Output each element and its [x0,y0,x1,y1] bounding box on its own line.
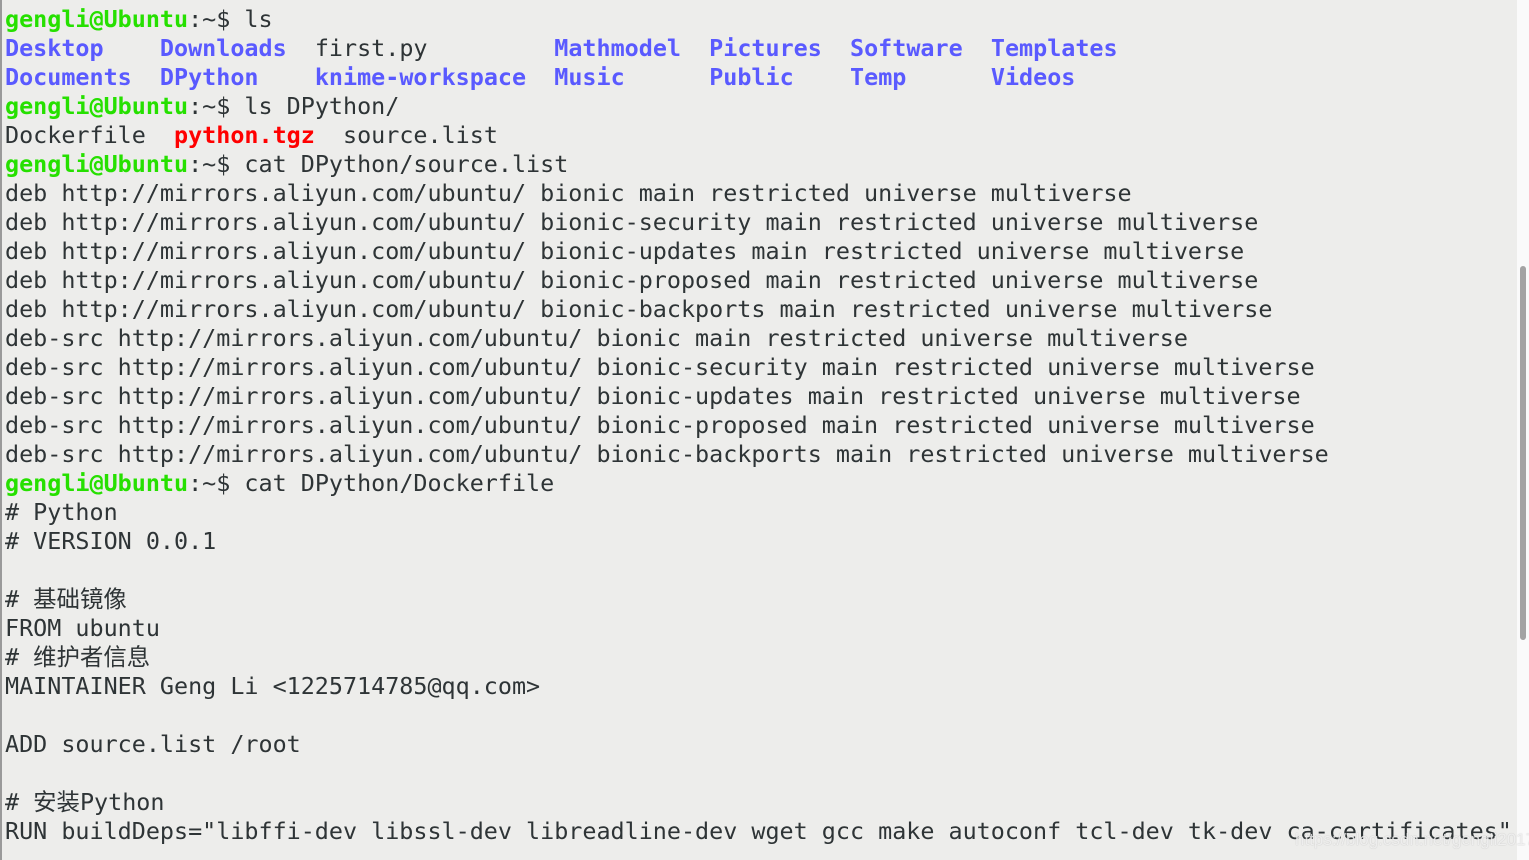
terminal-line: RUN buildDeps="libffi-dev libssl-dev lib… [5,817,1512,846]
directory-entry: Temp [850,63,907,91]
directory-entry: Music [554,63,625,91]
directory-entry: Mathmodel [554,34,681,62]
output-text: deb http://mirrors.aliyun.com/ubuntu/ bi… [5,295,1273,323]
terminal-line: Documents DPython knime-workspace Music … [5,63,1512,92]
prompt-command: :~$ cat DPython/source.list [188,150,569,178]
output-text: Dockerfile [5,121,174,149]
watermark: https://blog.csdn.net/gengli2017 [1295,830,1529,849]
terminal-line: FROM ubuntu [5,614,1512,643]
output-text: deb-src http://mirrors.aliyun.com/ubuntu… [5,353,1315,381]
directory-entry: Pictures [709,34,822,62]
directory-entry: Downloads [159,34,287,62]
terminal-line: # Python [5,498,1512,527]
output-text: # 维护者信息 [5,643,151,671]
output-text: deb-src http://mirrors.aliyun.com/ubuntu… [5,440,1329,468]
directory-entry: Documents [5,63,132,91]
output-text: first.py [286,34,555,62]
output-text: deb-src http://mirrors.aliyun.com/ubuntu… [5,411,1315,439]
output-text: MAINTAINER Geng Li <1225714785@qq.com> [5,672,541,700]
directory-entry: Software [850,34,963,62]
output-text: deb http://mirrors.aliyun.com/ubuntu/ bi… [5,179,1132,207]
terminal-line: deb http://mirrors.aliyun.com/ubuntu/ bi… [5,208,1512,237]
prompt-user-host: gengli@Ubuntu [5,469,189,497]
terminal-line: deb-src http://mirrors.aliyun.com/ubuntu… [5,353,1512,382]
terminal-line: gengli@Ubuntu:~$ ls DPython/ [5,92,1512,121]
terminal-line: # 基础镜像 [5,585,1512,614]
scrollbar[interactable] [1517,0,1529,860]
output-text: deb http://mirrors.aliyun.com/ubuntu/ bi… [5,208,1259,236]
prompt-user-host: gengli@Ubuntu [5,5,189,33]
terminal-line: deb http://mirrors.aliyun.com/ubuntu/ bi… [5,237,1512,266]
archive-file-entry: python.tgz [174,121,315,149]
terminal-line: ADD source.list /root [5,730,1512,759]
output-text: source.list [314,121,498,149]
terminal-window[interactable]: gengli@Ubuntu:~$ ls Desktop Downloads fir… [0,0,1517,860]
terminal-line: gengli@Ubuntu:~$ cat DPython/source.list [5,150,1512,179]
output-text: deb-src http://mirrors.aliyun.com/ubuntu… [5,324,1188,352]
directory-entry: DPython [159,63,259,91]
prompt-user-host: gengli@Ubuntu [5,92,189,120]
terminal-line: deb-src http://mirrors.aliyun.com/ubuntu… [5,382,1512,411]
output-text: # VERSION 0.0.1 [5,527,217,555]
terminal-line: deb-src http://mirrors.aliyun.com/ubuntu… [5,440,1512,469]
directory-entry: Public [709,63,794,91]
directory-entry: Videos [990,63,1076,91]
prompt-command: :~$ ls DPython/ [188,92,400,120]
output-text: RUN buildDeps="libffi-dev libssl-dev lib… [5,817,1512,845]
prompt-command: :~$ cat DPython/Dockerfile [188,469,555,497]
output-text: # 基础镜像 [5,585,127,613]
terminal-line: deb-src http://mirrors.aliyun.com/ubuntu… [5,324,1512,353]
output-text: deb http://mirrors.aliyun.com/ubuntu/ bi… [5,237,1245,265]
output-text: FROM ubuntu [5,614,160,642]
prompt-user-host: gengli@Ubuntu [5,150,189,178]
directory-entry: Templates [990,34,1118,62]
terminal-line: # VERSION 0.0.1 [5,527,1512,556]
directory-entry: Desktop [5,34,104,62]
terminal-line: deb http://mirrors.aliyun.com/ubuntu/ bi… [5,179,1512,208]
terminal-output: gengli@Ubuntu:~$ ls Desktop Downloads fir… [5,5,1512,846]
terminal-line: deb http://mirrors.aliyun.com/ubuntu/ bi… [5,295,1512,324]
terminal-line: # 维护者信息 [5,643,1512,672]
output-text: deb http://mirrors.aliyun.com/ubuntu/ bi… [5,266,1259,294]
terminal-line: MAINTAINER Geng Li <1225714785@qq.com> [5,672,1512,701]
terminal-line: Dockerfile python.tgz source.list [5,121,1512,150]
scrollbar-thumb[interactable] [1520,266,1526,640]
terminal-line: gengli@Ubuntu:~$ cat DPython/Dockerfile [5,469,1512,498]
terminal-line: deb http://mirrors.aliyun.com/ubuntu/ bi… [5,266,1512,295]
terminal-line: deb-src http://mirrors.aliyun.com/ubuntu… [5,411,1512,440]
terminal-line: # 安装Python [5,788,1512,817]
directory-entry: knime-workspace [314,63,527,91]
terminal-line: Desktop Downloads first.py Mathmodel Pic… [5,34,1512,63]
output-text: # 安装Python [5,788,165,816]
prompt-command: :~$ ls [188,5,273,33]
terminal-line: gengli@Ubuntu:~$ ls [5,5,1512,34]
output-text: ADD source.list /root [5,730,301,758]
output-text: deb-src http://mirrors.aliyun.com/ubuntu… [5,382,1301,410]
output-text: # Python [5,498,118,526]
